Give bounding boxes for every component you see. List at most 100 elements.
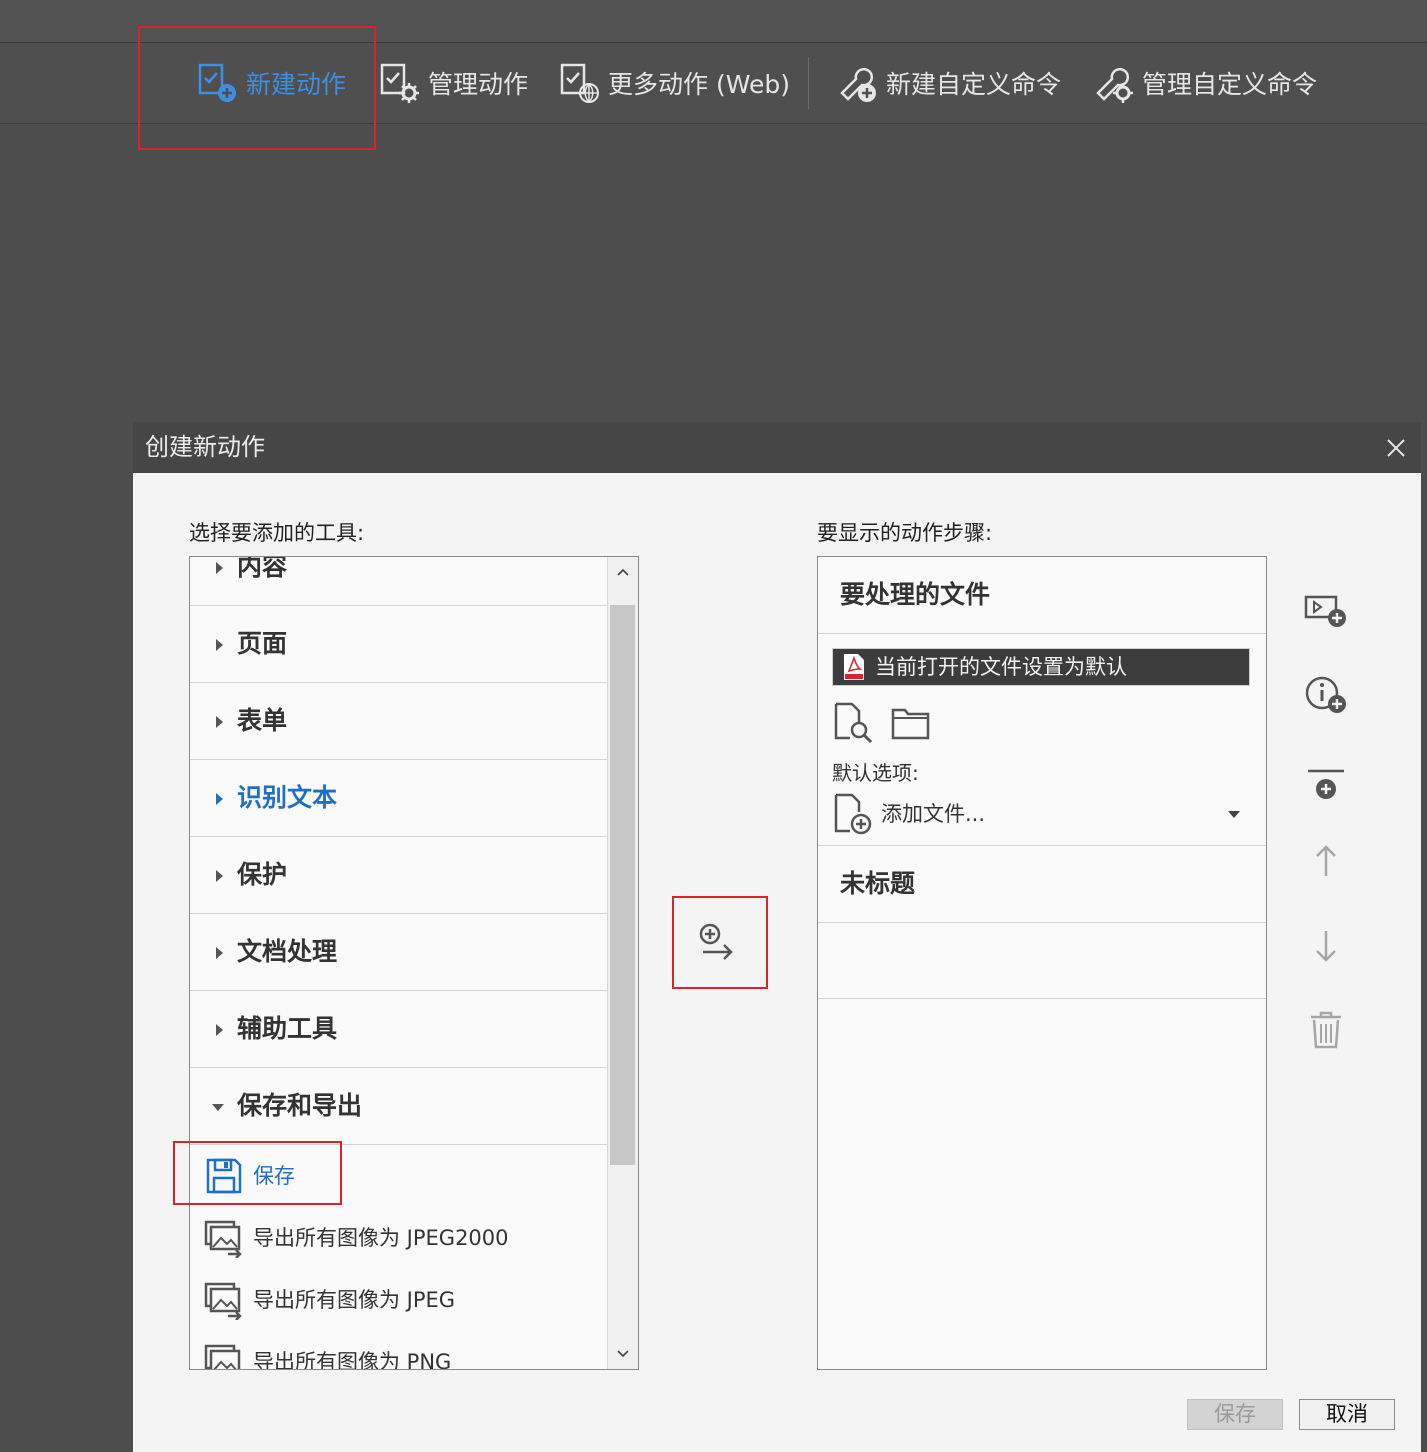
tool-label: 导出所有图像为 JPEG2000 [253,1226,509,1250]
tool-export-images-png[interactable]: 导出所有图像为 PNG [190,1331,608,1369]
untitled-step-label: 未标题 [840,869,916,898]
category-forms[interactable]: 表单 [190,683,608,760]
toolbar-manage-actions[interactable]: 管理动作 [378,43,528,123]
tools-list-content: 内容 页面 表单 识别文本 保护 文档处理 辅助工具 保存和导出 保存 导出所有… [190,557,608,1369]
category-pages[interactable]: 页面 [190,606,608,683]
dialog-title-bar: 创建新动作 [133,422,1421,473]
category-label: 页面 [237,629,288,658]
folder-icon[interactable] [890,702,932,744]
cancel-button[interactable]: 取消 [1299,1399,1395,1430]
current-file-option[interactable]: 当前打开的文件设置为默认 [832,648,1250,686]
add-instruction-button[interactable] [1303,672,1349,718]
category-label: 识别文本 [237,783,338,812]
export-images-icon [204,1282,242,1320]
category-accessibility[interactable]: 辅助工具 [190,991,608,1068]
new-action-icon [198,63,236,102]
pdf-file-icon [844,654,864,680]
expand-arrow-icon [216,716,223,728]
move-down-button[interactable] [1303,923,1349,969]
add-panel-separator-button[interactable] [1303,762,1349,808]
expand-arrow-icon [216,562,223,574]
add-to-steps-icon [699,923,733,960]
expand-arrow-icon [216,639,223,651]
category-content[interactable]: 内容 [190,557,608,606]
window-top-strip [0,0,1427,43]
add-to-steps-button[interactable] [681,906,753,978]
save-button[interactable]: 保存 [1187,1399,1283,1430]
tool-label: 保存 [253,1164,295,1188]
toolbar-more-actions-web-label: 更多动作 (Web) [608,70,790,99]
expand-arrow-icon [216,793,223,805]
manage-custom-command-icon [1096,67,1133,103]
arrow-up-icon [1316,845,1336,876]
action-steps-list[interactable]: 要处理的文件 当前打开的文件设置为默认 默认选项: 添加文件... 未标题 [817,556,1267,1370]
create-action-dialog: 创建新动作 选择要添加的工具: 要显示的动作步骤: 内容 页面 表单 识别文本 … [133,422,1421,1452]
empty-step-row [818,922,1266,999]
scrollbar-thumb[interactable] [610,605,635,1165]
steps-section-label: 要显示的动作步骤: [817,521,993,545]
tools-list[interactable]: 内容 页面 表单 识别文本 保护 文档处理 辅助工具 保存和导出 保存 导出所有… [189,556,639,1370]
default-options-label: 默认选项: [832,761,919,785]
close-icon [1387,439,1405,457]
toolbar-manage-custom-command-label: 管理自定义命令 [1142,70,1318,99]
export-images-icon [204,1220,242,1258]
category-recognize-text[interactable]: 识别文本 [190,760,608,837]
tool-export-images-jpeg[interactable]: 导出所有图像为 JPEG [190,1269,608,1331]
dialog-close-button[interactable] [1381,433,1411,463]
tools-section-label: 选择要添加的工具: [189,521,365,545]
category-label: 表单 [237,706,288,735]
dialog-title: 创建新动作 [145,433,265,461]
tool-export-images-jpeg2000[interactable]: 导出所有图像为 JPEG2000 [190,1207,608,1269]
scroll-down-button[interactable] [608,1339,638,1369]
add-message-icon [1304,595,1346,627]
toolbar-separator [808,57,809,109]
scroll-up-button[interactable] [608,557,638,587]
add-separator-icon [1308,769,1344,799]
toolbar-manage-custom-command[interactable]: 管理自定义命令 [1092,43,1317,123]
files-header-label: 要处理的文件 [840,580,991,609]
category-label: 保护 [237,860,288,889]
toolbar-manage-actions-label: 管理动作 [428,70,529,99]
chevron-up-icon [617,568,629,576]
tool-save[interactable]: 保存 [190,1145,608,1207]
toolbar-new-custom-command[interactable]: 新建自定义命令 [836,43,1061,123]
dropdown-caret-icon [1228,811,1240,818]
expand-arrow-icon [216,1024,223,1036]
tool-label: 导出所有图像为 JPEG [253,1288,456,1312]
chevron-down-icon [617,1350,629,1358]
expand-arrow-icon [216,870,223,882]
expand-arrow-icon [216,947,223,959]
export-images-icon [204,1344,241,1369]
add-message-button[interactable] [1303,588,1349,634]
category-document-processing[interactable]: 文档处理 [190,914,608,991]
new-custom-command-icon [840,67,876,102]
tools-scrollbar[interactable] [607,557,638,1369]
add-file-icon [834,793,872,835]
add-info-icon [1305,676,1346,713]
category-label: 辅助工具 [237,1014,338,1043]
category-label: 保存和导出 [237,1091,363,1120]
trash-icon [1311,1011,1341,1049]
toolbar-new-action[interactable]: 新建动作 [196,43,346,123]
move-up-button[interactable] [1303,838,1349,884]
category-protect[interactable]: 保护 [190,837,608,914]
save-icon [206,1158,242,1194]
untitled-step-header[interactable]: 未标题 [818,845,1266,923]
add-files-dropdown[interactable]: 添加文件... [832,793,1252,835]
tool-label: 导出所有图像为 PNG [253,1350,452,1369]
collapse-arrow-icon [212,1104,224,1111]
actions-toolbar: 新建动作 管理动作 更多动作 (Web) 新建自定义命令 管理自定义命令 [0,43,1427,124]
toolbar-new-action-label: 新建动作 [246,70,347,99]
category-save-export[interactable]: 保存和导出 [190,1068,608,1145]
current-file-option-label: 当前打开的文件设置为默认 [875,655,1127,679]
add-files-label: 添加文件... [881,802,986,826]
toolbar-more-actions-web[interactable]: 更多动作 (Web) [558,43,790,123]
delete-step-button[interactable] [1303,1007,1349,1053]
category-label: 文档处理 [237,937,338,966]
category-label: 内容 [237,557,288,581]
files-to-process-header: 要处理的文件 [818,557,1266,634]
arrow-down-icon [1316,931,1336,962]
manage-actions-icon [380,63,419,103]
more-actions-web-icon [560,63,599,103]
browse-file-icon[interactable] [832,702,874,744]
